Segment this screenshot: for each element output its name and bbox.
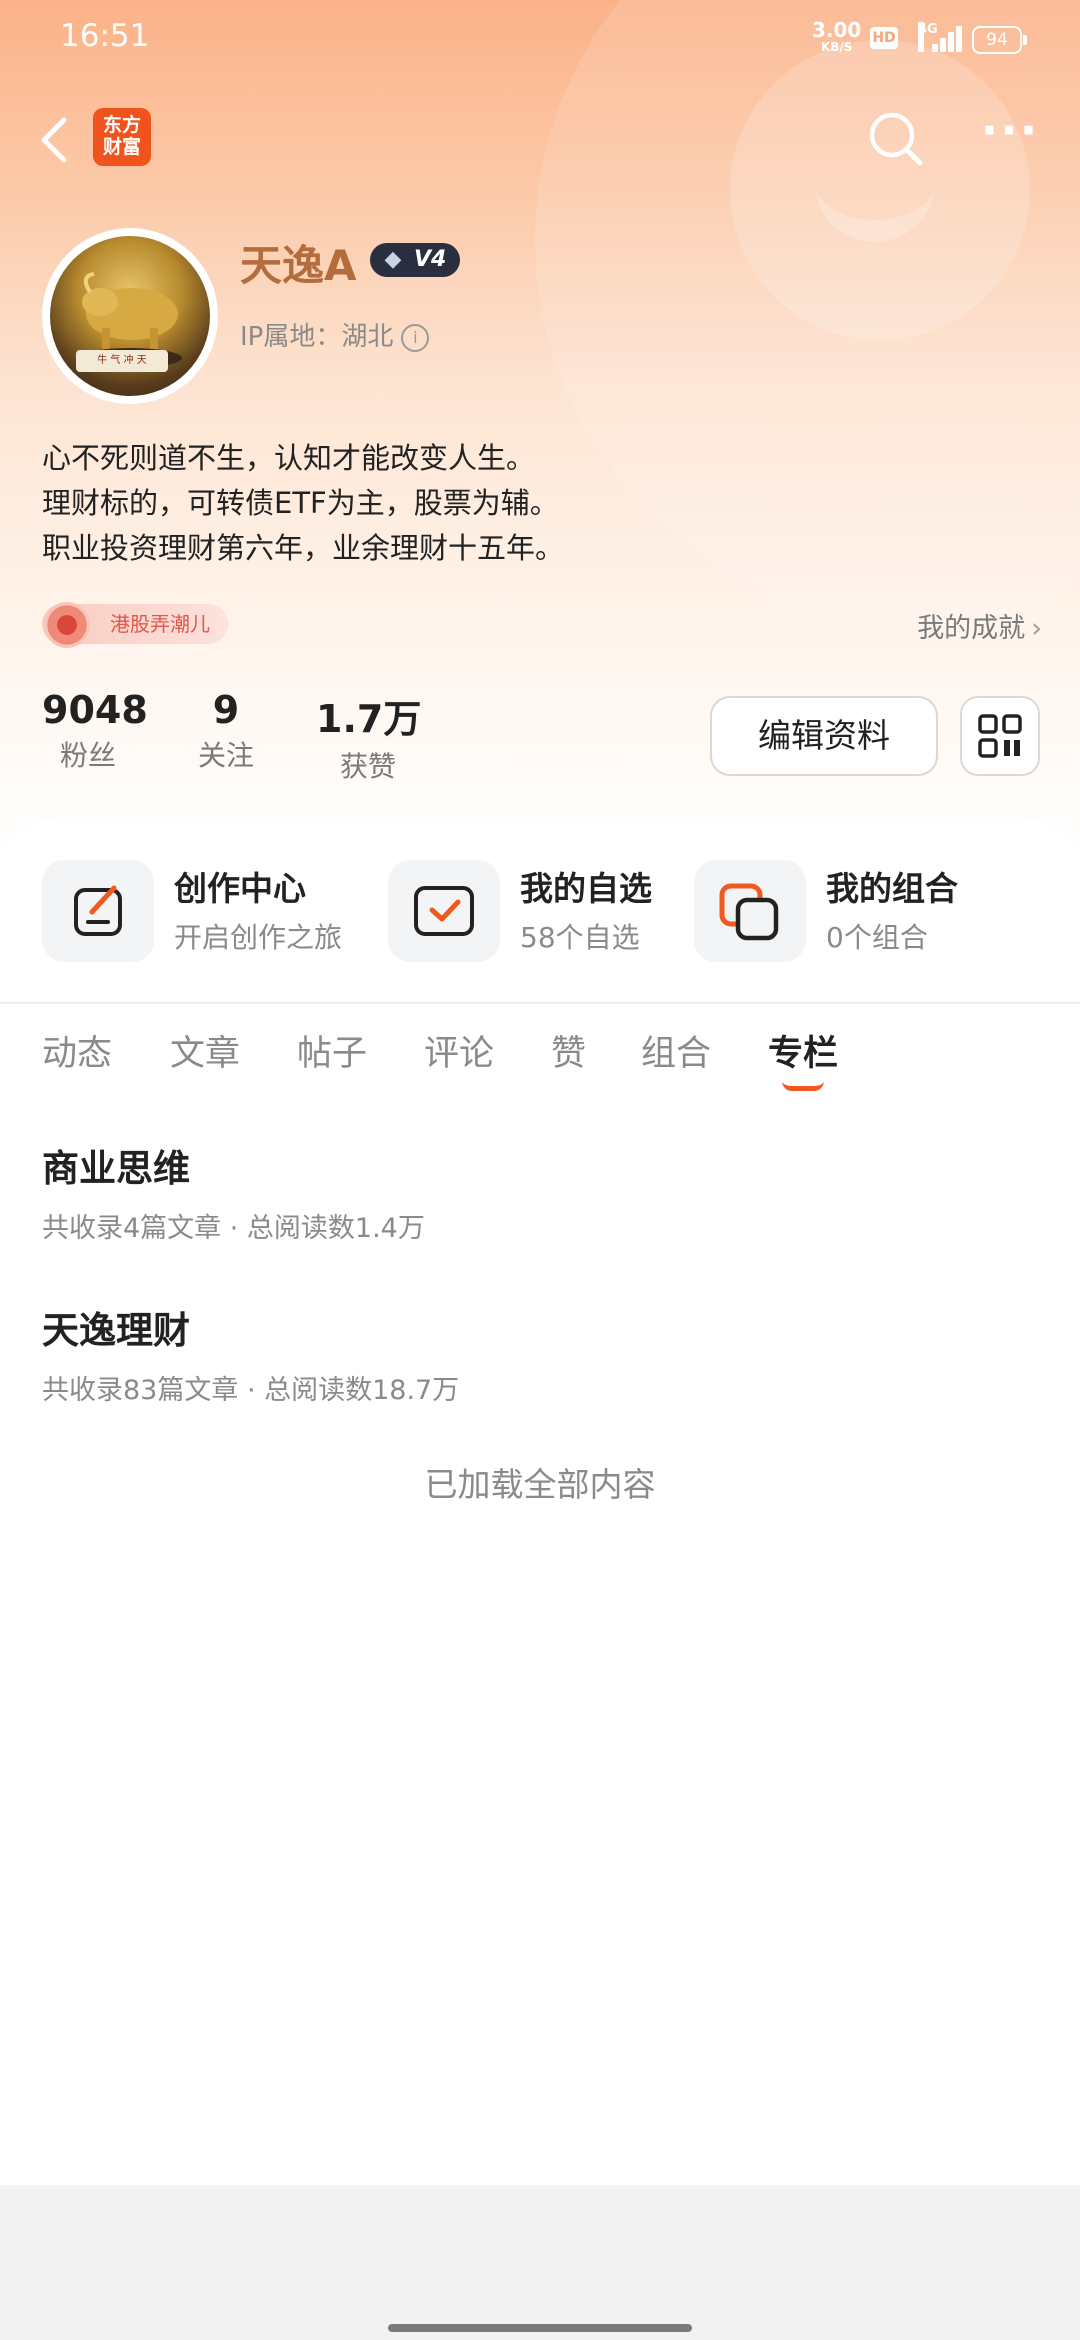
quick-title: 我的自选 <box>520 869 652 908</box>
bio-line: 心不死则道不生，认知才能改变人生。 <box>42 441 536 475</box>
profile-tabs: 动态 文章 帖子 评论 赞 组合 专栏 <box>0 1025 1080 1105</box>
watchlist-icon <box>388 860 500 962</box>
medal-icon <box>44 602 90 648</box>
battery-icon: 94 <box>972 26 1027 54</box>
tab-likes[interactable]: 赞 <box>551 1025 586 1076</box>
create-icon <box>42 860 154 962</box>
portfolio-button[interactable]: 我的组合 0个组合 <box>694 860 994 962</box>
tab-columns[interactable]: 专栏 <box>768 1025 838 1091</box>
avatar-plaque: 牛 气 冲 天 <box>76 350 168 372</box>
tab-articles[interactable]: 文章 <box>170 1025 240 1076</box>
qr-code-icon <box>978 714 1022 758</box>
stat-likes[interactable]: 1.7万 获赞 <box>316 688 421 785</box>
creation-center-button[interactable]: 创作中心 开启创作之旅 <box>42 860 372 962</box>
divider <box>0 1002 1080 1004</box>
back-button[interactable] <box>30 108 80 172</box>
tab-comments[interactable]: 评论 <box>424 1025 494 1076</box>
app-logo[interactable]: 东方 财富 <box>93 108 151 166</box>
level-badge[interactable]: ◆ V4 <box>370 243 460 277</box>
bio: 心不死则道不生，认知才能改变人生。 理财标的，可转债ETF为主，股票为辅。 职业… <box>42 436 564 571</box>
hd-icon: HD <box>870 27 898 49</box>
quick-subtitle: 58个自选 <box>520 921 640 954</box>
quick-subtitle: 0个组合 <box>826 921 928 954</box>
column-meta: 共收录4篇文章 · 总阅读数1.4万 <box>42 1213 425 1244</box>
quick-subtitle: 开启创作之旅 <box>174 921 343 954</box>
profile-page: 16:51 3.00 KB/S HD 4G 94 东方 财富 ··· 牛 气 冲… <box>0 0 1080 2185</box>
home-indicator[interactable] <box>388 2324 692 2332</box>
tab-posts[interactable]: 帖子 <box>297 1025 367 1076</box>
qr-code-button[interactable] <box>960 696 1040 776</box>
tab-portfolios[interactable]: 组合 <box>641 1025 711 1076</box>
chevron-right-icon: › <box>1031 613 1042 644</box>
all-loaded-text: 已加载全部内容 <box>424 1465 656 1504</box>
avatar[interactable]: 牛 气 冲 天 <box>42 228 218 404</box>
column-title[interactable]: 商业思维 <box>42 1138 190 1192</box>
column-meta: 共收录83篇文章 · 总阅读数18.7万 <box>42 1375 460 1406</box>
quick-title: 我的组合 <box>826 869 958 908</box>
search-button[interactable] <box>865 108 927 170</box>
achievements-link[interactable]: 我的成就 › <box>917 606 1042 645</box>
watchlist-button[interactable]: 我的自选 58个自选 <box>388 860 688 962</box>
more-button[interactable]: ··· <box>980 107 1040 160</box>
column-title[interactable]: 天逸理财 <box>42 1300 190 1354</box>
username: 天逸A <box>240 241 357 290</box>
info-icon[interactable]: i <box>401 324 430 352</box>
quick-title: 创作中心 <box>174 869 306 908</box>
signal-icon: 4G <box>918 22 962 52</box>
portfolio-icon <box>694 860 806 962</box>
diamond-icon: ◆ <box>384 247 402 272</box>
search-icon <box>869 112 923 166</box>
stat-following[interactable]: 9 关注 <box>186 688 266 774</box>
status-bar: 16:51 3.00 KB/S HD 4G 94 <box>0 0 1080 80</box>
stat-followers[interactable]: 9048 粉丝 <box>42 688 148 774</box>
tab-activity[interactable]: 动态 <box>42 1025 112 1076</box>
network-speed: 3.00 KB/S <box>812 18 862 54</box>
status-time: 16:51 <box>60 18 150 54</box>
active-tab-indicator <box>782 1081 824 1091</box>
ip-location: IP属地：湖北 i <box>240 316 430 353</box>
edit-profile-button[interactable]: 编辑资料 <box>710 696 938 776</box>
honor-tag[interactable]: 港股弄潮儿 <box>42 602 228 648</box>
bio-line: 职业投资理财第六年，业余理财十五年。 <box>42 531 565 565</box>
bio-line: 理财标的，可转债ETF为主，股票为辅。 <box>42 486 559 520</box>
